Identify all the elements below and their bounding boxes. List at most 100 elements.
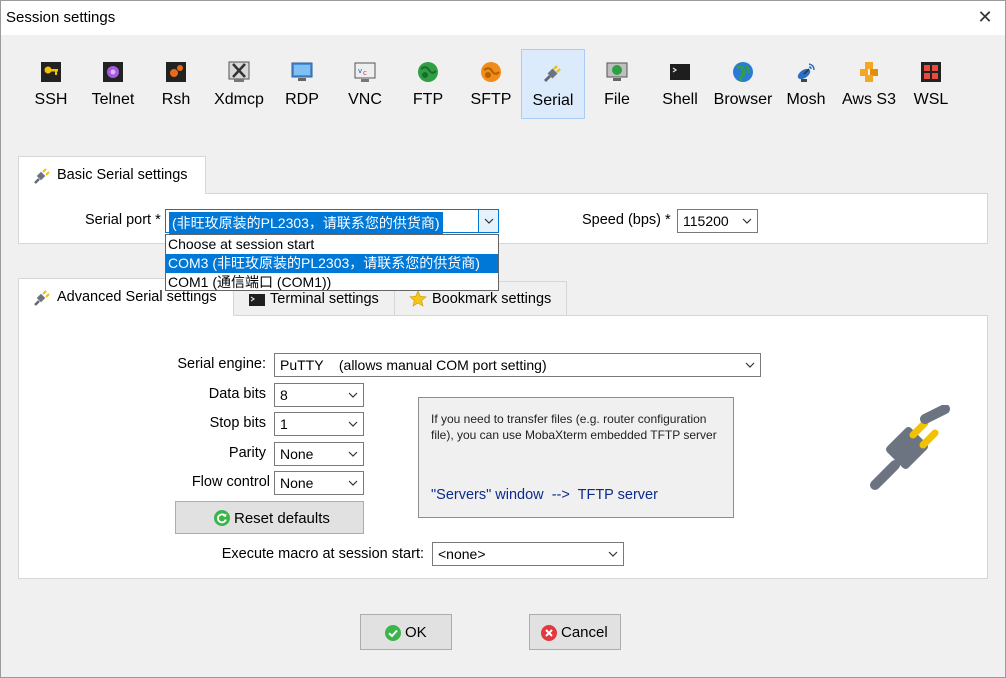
reset-defaults-button[interactable]: Reset defaults <box>175 501 364 534</box>
basic-settings-panel <box>18 193 988 244</box>
check-icon <box>385 625 401 641</box>
session-type-rsh[interactable]: Rsh <box>144 49 208 119</box>
parity-value: None <box>280 446 314 462</box>
ok-button[interactable]: OK <box>360 614 452 650</box>
close-button[interactable]: ✕ <box>973 5 997 29</box>
session-type-browser[interactable]: Browser <box>711 49 775 119</box>
chevron-down-icon[interactable] <box>737 210 757 232</box>
cancel-button[interactable]: Cancel <box>529 614 621 650</box>
session-type-label: WSL <box>913 91 949 108</box>
speed-select[interactable]: 115200 <box>677 209 758 233</box>
dropdown-option[interactable]: Choose at session start <box>166 235 498 254</box>
cancel-x-icon <box>541 625 557 641</box>
chevron-down-icon[interactable] <box>478 210 498 232</box>
serial-plug-illustration-icon <box>870 405 950 490</box>
window-title: Session settings <box>6 9 116 26</box>
flow-control-select[interactable]: None <box>274 471 364 495</box>
session-type-label: Shell <box>662 91 698 108</box>
session-type-ssh[interactable]: SSH <box>19 49 83 119</box>
speed-label: Speed (bps) * <box>582 212 671 228</box>
session-type-aws-s3[interactable]: Aws S3 <box>837 49 901 119</box>
tab-basic-serial-settings[interactable]: Basic Serial settings <box>18 156 206 194</box>
chevron-down-icon[interactable] <box>343 384 363 406</box>
stop-bits-select[interactable]: 1 <box>274 412 364 436</box>
session-type-label: Rsh <box>161 91 191 108</box>
vnc-icon: vc <box>354 62 376 82</box>
serial-engine-select[interactable]: PuTTY (allows manual COM port setting) <box>274 353 761 377</box>
title-bar: Session settings ✕ <box>1 1 1005 35</box>
session-type-wsl[interactable]: WSL <box>899 49 963 119</box>
chevron-down-icon[interactable] <box>603 543 623 565</box>
wsl-windows-icon <box>921 62 941 82</box>
execute-macro-select[interactable]: <none> <box>432 542 624 566</box>
serial-port-label: Serial port * <box>85 212 161 228</box>
tftp-server-link[interactable]: "Servers" window --> TFTP server <box>431 487 658 503</box>
session-type-telnet[interactable]: Telnet <box>81 49 145 119</box>
chevron-down-icon[interactable] <box>343 472 363 494</box>
svg-text:c: c <box>363 69 367 77</box>
session-type-label: Telnet <box>91 91 135 108</box>
speed-value: 115200 <box>683 213 729 229</box>
parity-select[interactable]: None <box>274 442 364 466</box>
tab-label: Bookmark settings <box>432 291 552 307</box>
session-type-label: File <box>604 91 630 108</box>
session-type-serial[interactable]: Serial <box>521 49 585 119</box>
rsh-icon <box>166 62 186 82</box>
session-type-shell[interactable]: Shell <box>648 49 712 119</box>
serial-plug-icon <box>543 65 561 83</box>
session-type-label: Aws S3 <box>842 91 896 108</box>
mosh-satellite-icon <box>797 63 815 82</box>
execute-macro-label: Execute macro at session start: <box>221 546 424 562</box>
serial-port-select[interactable]: (非旺玫原装的PL2303，请联系您的供货商) <box>165 209 499 234</box>
chevron-down-icon[interactable] <box>343 443 363 465</box>
ftp-globe-icon <box>418 62 438 82</box>
button-label: OK <box>405 624 427 641</box>
session-type-vnc[interactable]: vc VNC <box>333 49 397 119</box>
xdmcp-icon <box>228 61 250 82</box>
telnet-icon <box>103 62 123 82</box>
session-type-label: Serial <box>532 92 574 109</box>
data-bits-select[interactable]: 8 <box>274 383 364 407</box>
session-type-label: SSH <box>34 91 68 108</box>
chevron-down-icon[interactable] <box>343 413 363 435</box>
session-type-label: VNC <box>348 91 382 108</box>
shell-terminal-icon <box>670 64 690 80</box>
svg-text:v: v <box>358 67 362 75</box>
session-type-mosh[interactable]: Mosh <box>774 49 838 119</box>
chevron-down-icon[interactable] <box>740 354 760 376</box>
dropdown-option[interactable]: COM1 (通信端口 (COM1)) <box>166 273 498 292</box>
data-bits-label: Data bits <box>208 386 266 402</box>
flow-control-value: None <box>280 475 314 491</box>
tftp-info-text: If you need to transfer files (e.g. rout… <box>431 412 717 442</box>
parity-label: Parity <box>228 445 266 461</box>
star-icon <box>409 290 427 307</box>
session-type-xdmcp[interactable]: Xdmcp <box>207 49 271 119</box>
stop-bits-label: Stop bits <box>209 415 266 431</box>
serial-plug-icon <box>34 168 50 184</box>
session-type-sftp[interactable]: SFTP <box>459 49 523 119</box>
session-type-label: SFTP <box>470 91 512 108</box>
session-type-rdp[interactable]: RDP <box>270 49 334 119</box>
aws-s3-icon <box>860 62 878 82</box>
session-type-ftp[interactable]: FTP <box>396 49 460 119</box>
session-type-label: Browser <box>713 91 773 108</box>
ssh-key-icon <box>41 62 61 82</box>
session-type-label: Xdmcp <box>214 91 264 108</box>
session-type-file[interactable]: File <box>585 49 649 119</box>
tftp-info-box: If you need to transfer files (e.g. rout… <box>418 397 734 518</box>
tab-label: Basic Serial settings <box>57 167 188 183</box>
flow-control-label: Flow control <box>191 474 270 490</box>
file-monitor-icon <box>606 62 628 81</box>
button-label: Reset defaults <box>234 510 330 527</box>
button-label: Cancel <box>561 624 608 641</box>
serial-engine-label: Serial engine: <box>177 356 266 372</box>
session-settings-dialog: Session settings ✕ SSH Telnet Rsh Xdmcp … <box>0 0 1006 678</box>
data-bits-value: 8 <box>280 387 288 403</box>
serial-port-value: (非旺玫原装的PL2303，请联系您的供货商) <box>169 212 443 234</box>
session-type-label: RDP <box>285 91 319 108</box>
rdp-monitor-icon <box>291 62 313 81</box>
execute-macro-value: <none> <box>438 546 486 562</box>
refresh-icon <box>214 510 230 526</box>
session-type-label: Mosh <box>786 91 826 108</box>
dropdown-option-selected[interactable]: COM3 (非旺玫原装的PL2303，请联系您的供货商) <box>166 254 498 273</box>
